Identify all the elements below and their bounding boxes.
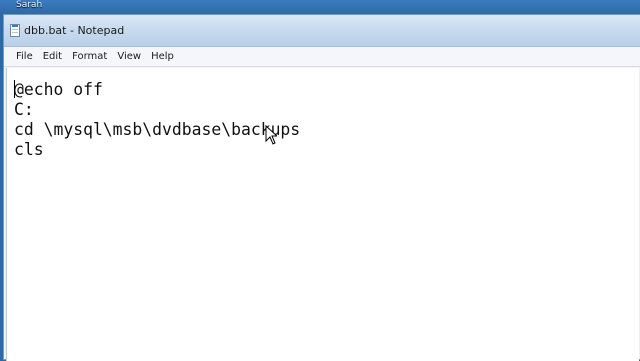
notepad-icon[interactable] <box>10 24 20 37</box>
window-title: dbb.bat - Notepad <box>24 24 125 37</box>
text-caret <box>14 80 15 98</box>
menu-item-format[interactable]: Format <box>68 48 111 66</box>
menu-item-view[interactable]: View <box>113 48 145 66</box>
menu-item-help[interactable]: Help <box>147 48 178 66</box>
text-editor[interactable]: @echo off C: cd \mysql\msb\dvdbase\backu… <box>6 68 639 361</box>
menu-item-file[interactable]: File <box>12 48 37 66</box>
title-bar[interactable]: dbb.bat - Notepad <box>4 15 640 47</box>
menu-bar: File Edit Format View Help <box>4 47 640 67</box>
notepad-window[interactable]: dbb.bat - Notepad File Edit Format View … <box>3 14 640 361</box>
menu-item-edit[interactable]: Edit <box>39 48 66 66</box>
editor-line-1: @echo off <box>14 80 103 99</box>
desktop-top-strip: Sarah <box>0 0 640 14</box>
editor-line-4: cls <box>14 140 44 159</box>
desktop-user-label: Sarah <box>16 0 43 10</box>
mouse-pointer-icon <box>265 125 277 145</box>
editor-line-2: C: <box>14 100 34 119</box>
editor-line-3: cd \mysql\msb\dvdbase\backups <box>14 120 301 139</box>
